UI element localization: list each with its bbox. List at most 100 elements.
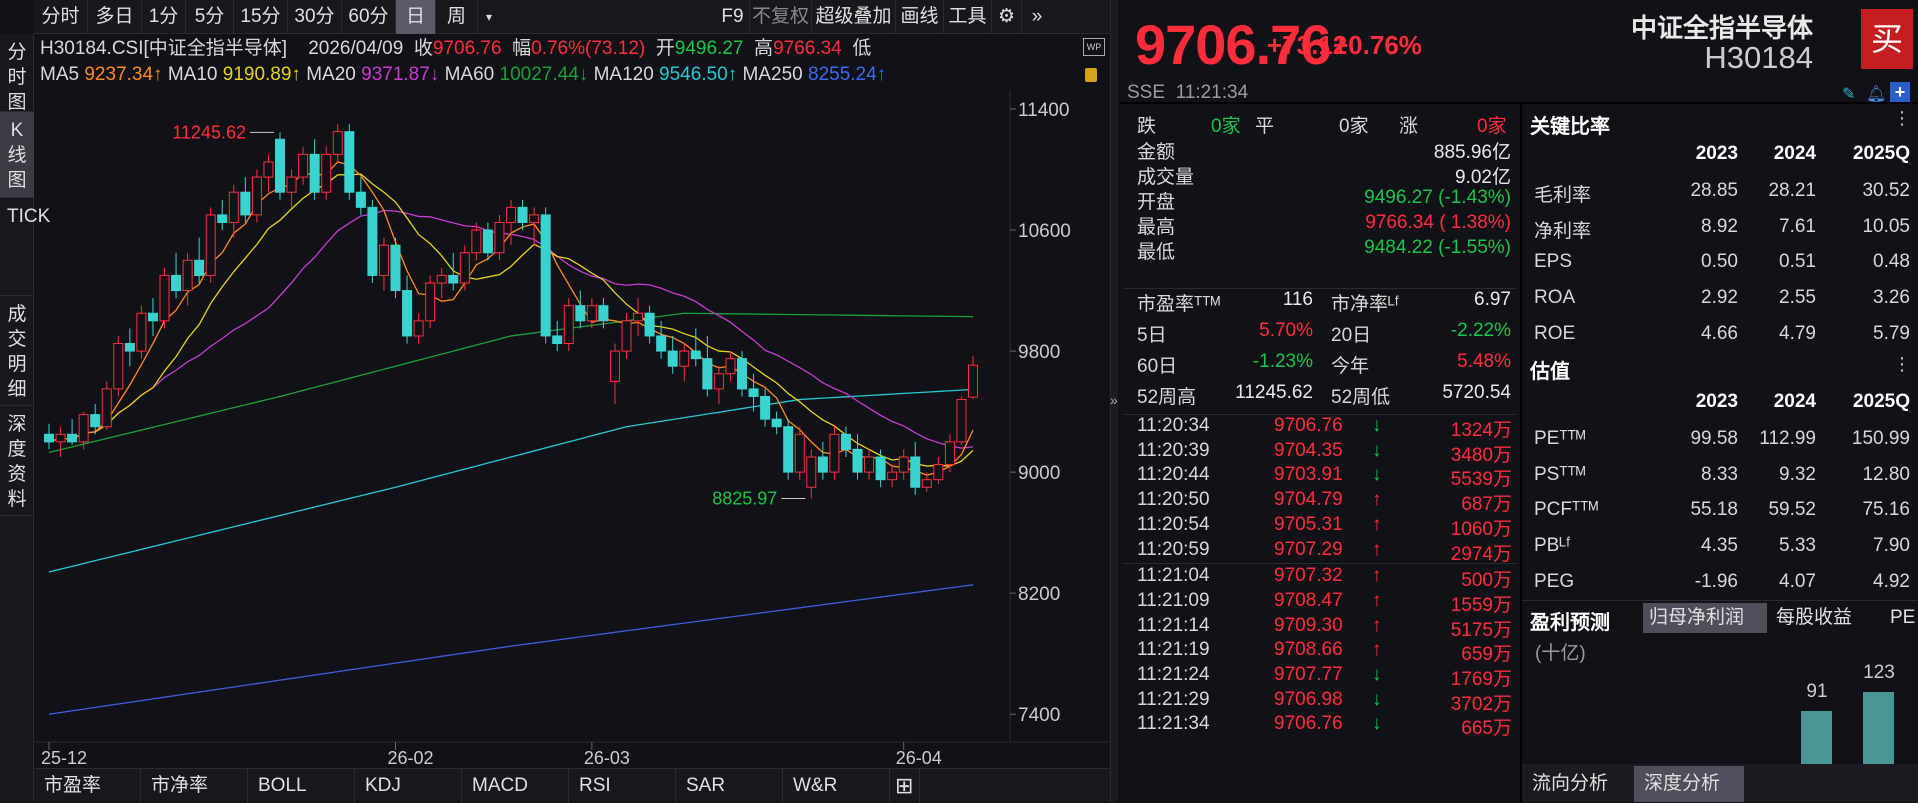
tick-price: 9708.47 [1274, 589, 1343, 611]
arrow-up-icon: ↑ [1372, 639, 1382, 661]
metric-label: 今年 [1331, 356, 1370, 377]
metric-value: 6.97 [1474, 289, 1511, 310]
indicator-tab-6[interactable]: SAR [676, 769, 783, 803]
edit-icon[interactable]: ✎ [1842, 84, 1855, 104]
candle [378, 237, 389, 291]
tick-time: 11:21:34 [1137, 713, 1210, 735]
tick-price: 9709.30 [1274, 614, 1343, 636]
candle [563, 298, 574, 352]
y-tick-label: 10600 [1018, 221, 1071, 242]
candle [956, 396, 967, 445]
kline-chart[interactable]: 11400 10600 9800 9000 8200 7400 25-12 26-02 26-0… [0, 0, 1110, 768]
metric-value: 5720.54 [1442, 382, 1511, 403]
tick-price: 9703.91 [1274, 464, 1343, 486]
candle [425, 275, 436, 329]
forecast-unit: (十亿) [1535, 643, 1586, 664]
candle [529, 207, 540, 246]
add-icon[interactable]: + [1890, 82, 1910, 102]
x-tick-label: 25-12 [41, 748, 87, 768]
more-icon[interactable]: ⋮ [1893, 354, 1911, 375]
tick-row: 11:21:04 9707.32 ↑ 500万 [1124, 565, 1516, 592]
candle [367, 199, 378, 283]
ratio-label: PSᵀᵀᴹ [1534, 463, 1586, 485]
candle [413, 313, 424, 344]
candle [633, 298, 644, 336]
tick-time: 11:21:19 [1137, 639, 1210, 661]
tick-price: 9707.77 [1274, 664, 1343, 685]
tick-time: 11:20:59 [1137, 538, 1210, 560]
forecast-tab-0[interactable]: 归母净利润 [1643, 603, 1767, 633]
tick-volume: 659万 [1461, 644, 1512, 666]
tick-row: 11:21:19 9708.66 ↑ 659万 [1124, 639, 1516, 666]
forecast-tab-1[interactable]: 每股收益 [1770, 603, 1880, 633]
indicator-tab-8[interactable]: ⊞ [890, 769, 920, 803]
indicator-tab-7[interactable]: W&R [783, 769, 890, 803]
stat-label: 最高 [1137, 217, 1176, 238]
analysis-tab-0[interactable]: 流向分析 [1522, 766, 1632, 802]
ratio-value: -1.96 [1694, 570, 1738, 592]
candle [147, 298, 158, 336]
ratio-label: ROA [1534, 287, 1576, 309]
ratio-label: PBᴸᶠ [1534, 535, 1571, 557]
candle [679, 343, 690, 382]
stat-label: 开盘 [1137, 192, 1176, 213]
indicator-tab-4[interactable]: MACD [462, 769, 569, 803]
more-icon[interactable]: ⋮ [1893, 108, 1911, 129]
ratio-value: 2.55 [1779, 287, 1816, 309]
ratios-title: 关键比率 [1530, 116, 1610, 138]
year-header: 2025Q [1852, 391, 1910, 412]
analysis-tab-1[interactable]: 深度分析 [1634, 766, 1744, 802]
y-tick-label: 11400 [1018, 100, 1069, 121]
metric-label: 5日 [1137, 325, 1167, 346]
ratio-value: 59.52 [1768, 499, 1816, 521]
price-change-pct: +0.76% [1333, 30, 1422, 60]
indicator-tab-2[interactable]: BOLL [248, 769, 355, 803]
candle [737, 351, 747, 397]
candle [771, 411, 782, 435]
ratio-value: 30.52 [1862, 180, 1910, 201]
tick-volume: 3480万 [1450, 444, 1512, 466]
ratio-label: PEᵀᵀᴹ [1534, 428, 1586, 449]
tick-volume: 1769万 [1450, 669, 1512, 690]
indicator-tab-3[interactable]: KDJ [355, 769, 462, 803]
tick-price: 9706.76 [1274, 713, 1343, 735]
tick-time: 11:21:24 [1137, 664, 1210, 685]
expand-icon[interactable]: » [1110, 392, 1120, 408]
ma120-line [48, 388, 974, 573]
candle [113, 335, 124, 397]
ratio-value: 5.33 [1779, 535, 1816, 557]
stat-label: 金额 [1137, 142, 1176, 163]
indicator-tab-5[interactable]: RSI [569, 769, 676, 803]
candle [806, 449, 817, 499]
ratio-value: 28.85 [1690, 180, 1738, 201]
arrow-down-icon: ↓ [1372, 713, 1382, 735]
ratio-value: 150.99 [1851, 428, 1910, 449]
arrow-down-icon: ↓ [1372, 439, 1382, 461]
year-header: 2024 [1773, 391, 1816, 412]
x-tick-label: 26-03 [584, 748, 630, 768]
forecast-tab-2[interactable]: PE [1884, 603, 1918, 633]
metric-value: -2.22% [1450, 320, 1511, 341]
arrow-down-icon: ↓ [1372, 415, 1382, 436]
candle [240, 177, 251, 223]
candle [713, 366, 724, 405]
tick-volume: 500万 [1461, 570, 1512, 592]
ratio-value: 28.21 [1768, 180, 1816, 201]
year-header: 2024 [1773, 143, 1816, 164]
candle [552, 320, 563, 352]
candle [286, 169, 297, 208]
buy-button[interactable]: 买 [1861, 9, 1913, 69]
ratio-value: 4.07 [1779, 570, 1816, 592]
bell-icon[interactable]: 🔔︎ [1866, 84, 1886, 104]
candle [898, 449, 909, 480]
tick-row: 11:20:39 9704.35 ↓ 3480万 [1124, 439, 1516, 466]
candle [55, 426, 66, 457]
y-tick-label: 9800 [1018, 342, 1060, 363]
indicator-tab-1[interactable]: 市净率 [141, 769, 248, 803]
candle [194, 237, 205, 283]
stat-label: 成交量 [1137, 167, 1195, 188]
indicator-tab-0[interactable]: 市盈率 [34, 769, 141, 803]
metric-label: 60日 [1137, 356, 1178, 377]
stat-label: 最低 [1137, 242, 1176, 263]
candle [124, 328, 135, 367]
